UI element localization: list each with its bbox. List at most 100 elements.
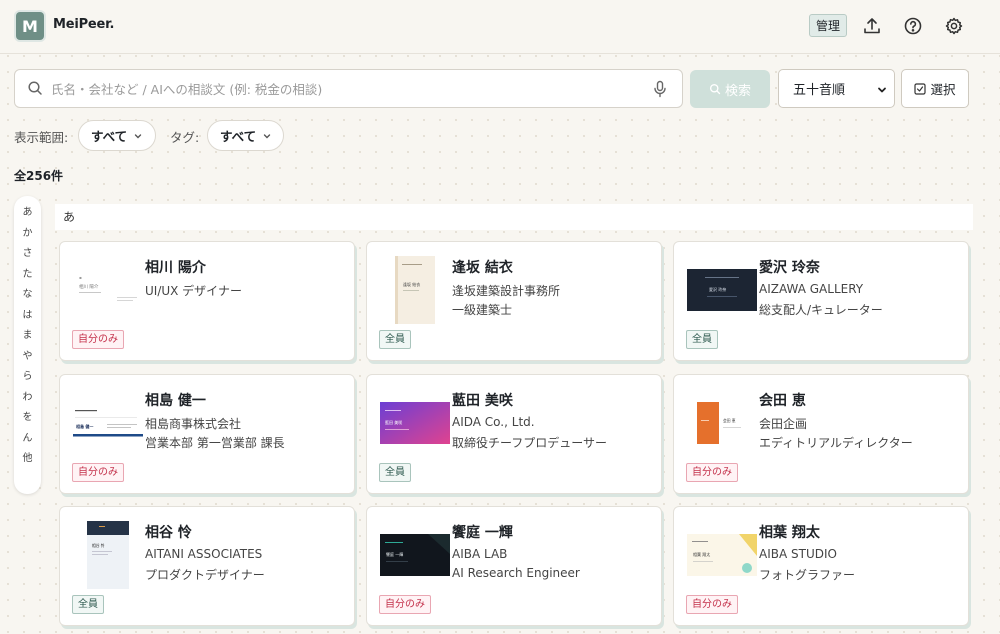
- contact-company: UI/UX デザイナー: [145, 284, 242, 298]
- contact-card[interactable]: 相葉 翔太 相葉 翔太 AIBA STUDIO フォトグラファー 自分のみ: [673, 506, 969, 626]
- kana-index-item[interactable]: さ: [23, 244, 33, 265]
- admin-button[interactable]: 管理: [809, 14, 847, 37]
- kana-index-item[interactable]: ん: [23, 429, 33, 450]
- business-card-thumbnail: 相葉 翔太: [687, 520, 757, 590]
- svg-text:相谷 怜: 相谷 怜: [92, 543, 105, 548]
- search-button[interactable]: 検索: [690, 70, 770, 108]
- kana-index-item[interactable]: は: [23, 306, 33, 327]
- contact-card[interactable]: 相谷 怜 相谷 怜 AITANI ASSOCIATES プロダクトデザイナー 全…: [59, 506, 355, 626]
- contact-company: 相島商事株式会社: [145, 417, 242, 431]
- contact-card[interactable]: 藍田 美咲 藍田 美咲 AIDA Co., Ltd. 取締役チーフプロデューサー…: [366, 374, 662, 494]
- contact-title: AI Research Engineer: [452, 566, 580, 580]
- svg-text:藍田 美咲: 藍田 美咲: [385, 419, 402, 425]
- contact-company: 会田企画: [759, 417, 808, 431]
- contact-card[interactable]: 饗庭 一輝 饗庭 一輝 AIBA LAB AI Research Enginee…: [366, 506, 662, 626]
- kana-index-item[interactable]: を: [23, 408, 33, 429]
- contact-name: 饗庭 一輝: [452, 525, 513, 541]
- business-card-thumbnail: 逢坂 結衣: [380, 255, 450, 325]
- visibility-badge: 自分のみ: [72, 463, 124, 482]
- search-box: [14, 69, 683, 108]
- svg-text:逢坂 結衣: 逢坂 結衣: [403, 281, 420, 287]
- visibility-badge: 全員: [72, 595, 104, 614]
- upload-icon[interactable]: [862, 16, 882, 36]
- app-header: M MeiPeer. 管理: [0, 0, 1000, 54]
- tag-filter-value: すべて: [220, 129, 257, 144]
- contact-company: 逢坂建築設計事務所: [452, 284, 561, 298]
- contact-title: 取締役チーフプロデューサー: [452, 436, 608, 450]
- contact-name: 相葉 翔太: [759, 525, 820, 541]
- contact-title: 総支配人/キュレーター: [759, 303, 883, 317]
- svg-text:愛沢 玲奈: 愛沢 玲奈: [709, 286, 726, 292]
- svg-text:相島 健一: 相島 健一: [76, 423, 93, 429]
- contact-name: 愛沢 玲奈: [759, 260, 820, 276]
- kana-index-item[interactable]: ま: [23, 326, 33, 347]
- visibility-badge: 自分のみ: [686, 595, 738, 614]
- business-card-thumbnail: 愛沢 玲奈: [687, 255, 757, 325]
- business-card-thumbnail: 相島 健一: [73, 388, 143, 458]
- contact-name: 相谷 怜: [145, 525, 192, 541]
- search-button-icon: [709, 83, 721, 95]
- contact-card[interactable]: 会田 恵 会田 恵 会田企画 エディトリアルディレクター 自分のみ: [673, 374, 969, 494]
- result-count: 全256件: [14, 169, 64, 183]
- contact-name: 藍田 美咲: [452, 393, 513, 409]
- scope-filter-label: 表示範囲:: [14, 130, 69, 145]
- business-card-thumbnail: 饗庭 一輝: [380, 520, 450, 590]
- business-card-thumbnail: 藍田 美咲: [380, 388, 450, 458]
- chevron-down-icon: [878, 87, 886, 93]
- business-card-thumbnail: ▪ 相川 陽介: [73, 255, 143, 325]
- svg-text:相川 陽介: 相川 陽介: [79, 283, 99, 290]
- search-icon: [28, 81, 42, 95]
- visibility-badge: 全員: [379, 330, 411, 349]
- scope-filter-dropdown[interactable]: すべて: [78, 120, 156, 151]
- kana-index-item[interactable]: わ: [23, 388, 33, 409]
- contact-name: 会田 恵: [759, 393, 806, 409]
- visibility-badge: 全員: [379, 463, 411, 482]
- visibility-badge: 自分のみ: [72, 330, 124, 349]
- kana-index-item[interactable]: な: [23, 285, 33, 306]
- scope-filter-value: すべて: [91, 129, 128, 144]
- chevron-down-icon: [134, 133, 142, 138]
- contact-company: AIZAWA GALLERY: [759, 282, 864, 296]
- contact-name: 相島 健一: [145, 393, 206, 409]
- contact-card[interactable]: 相島 健一 相島 健一 相島商事株式会社 営業本部 第一営業部 課長 自分のみ: [59, 374, 355, 494]
- contact-title: フォトグラファー: [759, 568, 856, 582]
- checkbox-icon: [914, 82, 927, 95]
- contact-card[interactable]: 愛沢 玲奈 愛沢 玲奈 AIZAWA GALLERY 総支配人/キュレーター 全…: [673, 241, 969, 361]
- tag-filter-dropdown[interactable]: すべて: [207, 120, 284, 151]
- tag-filter-label: タグ:: [170, 130, 200, 145]
- select-mode-button[interactable]: 選択: [901, 69, 969, 108]
- business-card-thumbnail: 相谷 怜: [73, 520, 143, 590]
- visibility-badge: 自分のみ: [686, 463, 738, 482]
- search-input[interactable]: [51, 78, 651, 100]
- kana-index-item[interactable]: 他: [23, 449, 33, 470]
- svg-text:相葉 翔太: 相葉 翔太: [693, 551, 710, 557]
- kana-index-item[interactable]: あ: [23, 203, 33, 224]
- kana-index: あ か さ た な は ま や ら わ を ん 他: [14, 196, 41, 494]
- contact-title: エディトリアルディレクター: [759, 436, 913, 450]
- contact-title: プロダクトデザイナー: [145, 568, 265, 582]
- contact-company: AITANI ASSOCIATES: [145, 547, 263, 561]
- kana-index-item[interactable]: た: [23, 265, 33, 286]
- sort-select-value: 五十音順: [793, 83, 846, 98]
- app-logo[interactable]: M: [16, 12, 44, 40]
- select-mode-label: 選択: [930, 82, 956, 97]
- business-card-thumbnail: 会田 恵: [687, 388, 757, 458]
- contact-name: 相川 陽介: [145, 260, 206, 276]
- visibility-badge: 自分のみ: [379, 595, 431, 614]
- contact-title: 営業本部 第一営業部 課長: [145, 436, 285, 450]
- settings-icon[interactable]: [944, 16, 964, 36]
- contact-card[interactable]: ▪ 相川 陽介 相川 陽介 UI/UX デザイナー 自分のみ: [59, 241, 355, 361]
- sort-select[interactable]: 五十音順: [778, 69, 895, 108]
- kana-index-item[interactable]: や: [23, 347, 33, 368]
- contact-company: AIBA STUDIO: [759, 547, 837, 561]
- contact-card[interactable]: 逢坂 結衣 逢坂 結衣 逢坂建築設計事務所 一級建築士 全員: [366, 241, 662, 361]
- section-header: あ: [55, 204, 973, 230]
- kana-index-item[interactable]: か: [23, 224, 33, 245]
- contact-name: 逢坂 結衣: [452, 260, 513, 276]
- visibility-badge: 全員: [686, 330, 718, 349]
- kana-index-item[interactable]: ら: [23, 367, 33, 388]
- svg-text:会田 恵: 会田 恵: [723, 418, 736, 423]
- microphone-icon[interactable]: [652, 80, 668, 98]
- help-icon[interactable]: [903, 16, 923, 36]
- svg-text:饗庭 一輝: 饗庭 一輝: [386, 551, 403, 557]
